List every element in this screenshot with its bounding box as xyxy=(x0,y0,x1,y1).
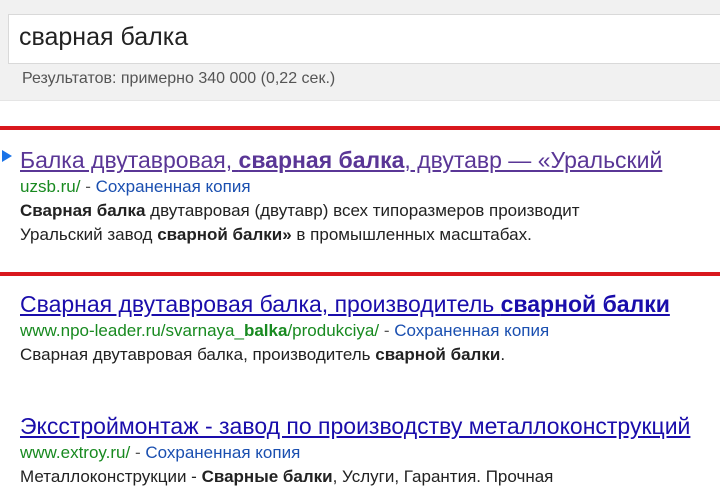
title-text: Балка двутавровая, xyxy=(20,147,239,173)
url-separator: - xyxy=(80,177,96,196)
title-text: Сварная двутавровая балка, производитель xyxy=(20,291,501,317)
result-title-link[interactable]: Эксстроймонтаж - завод по производству м… xyxy=(20,412,720,440)
search-input[interactable] xyxy=(19,23,699,52)
url-separator: - xyxy=(130,443,146,462)
cached-copy-link[interactable]: Сохраненная копия xyxy=(145,443,300,462)
snippet-text: , Услуги, Гарантия. Прочная xyxy=(332,467,554,486)
search-header: Результатов: примерно 340 000 (0,22 сек.… xyxy=(0,0,720,101)
cached-copy-link[interactable]: Сохраненная копия xyxy=(96,177,251,196)
result-url-line: www.extroy.ru/ - Сохраненная копия xyxy=(20,442,720,464)
title-highlight: сварной балки xyxy=(500,291,670,317)
snippet-text: Сварная двутавровая балка, производитель xyxy=(20,345,376,364)
search-box[interactable] xyxy=(8,14,720,64)
url-separator: - xyxy=(379,321,395,340)
snippet-text: в промышленных масштабах. xyxy=(291,225,532,244)
result-arrow-icon xyxy=(2,150,12,162)
result-stats: Результатов: примерно 340 000 (0,22 сек.… xyxy=(22,70,336,87)
result-snippet: Металлоконструкции - Сварные балки, Услу… xyxy=(20,465,720,489)
result-title-link[interactable]: Балка двутавровая, сварная балка, двутав… xyxy=(20,146,720,174)
result-url-line: www.npo-leader.ru/svarnaya_balka/produkc… xyxy=(20,320,720,342)
result-title-link[interactable]: Сварная двутавровая балка, производитель… xyxy=(20,290,720,318)
snippet-highlight: сварной балки» xyxy=(157,225,292,244)
search-result: Эксстроймонтаж - завод по производству м… xyxy=(20,412,720,489)
search-result: Сварная двутавровая балка, производитель… xyxy=(20,290,720,367)
result-url-line: uzsb.ru/ - Сохраненная копия xyxy=(20,176,720,198)
snippet-highlight: сварной балки xyxy=(375,345,501,364)
result-snippet: Сварная двутавровая балка, производитель… xyxy=(20,343,720,367)
cached-copy-link[interactable]: Сохраненная копия xyxy=(394,321,549,340)
result-snippet: Сварная балка двутавровая (двутавр) всех… xyxy=(20,199,720,247)
title-text: , двутавр — «Уральский xyxy=(404,147,663,173)
result-url: www.extroy.ru/ xyxy=(20,443,131,462)
snippet-highlight: Сварная балка xyxy=(20,201,146,220)
snippet-highlight: Сварные балки xyxy=(201,467,333,486)
title-text: Эксстроймонтаж - завод по производству м… xyxy=(20,413,691,439)
snippet-text: Уральский завод xyxy=(20,225,158,244)
snippet-text: . xyxy=(500,345,506,364)
title-highlight: сварная балка xyxy=(238,147,405,173)
url-highlight: balka xyxy=(243,321,288,340)
snippet-text: двутавровая (двутавр) всех типоразмеров … xyxy=(145,201,580,220)
result-url: /produkciya/ xyxy=(287,321,380,340)
snippet-text: Металлоконструкции - xyxy=(20,467,202,486)
result-url: www.npo-leader.ru/svarnaya_ xyxy=(20,321,244,340)
result-url: uzsb.ru/ xyxy=(20,177,81,196)
search-result: Балка двутавровая, сварная балка, двутав… xyxy=(20,146,720,247)
